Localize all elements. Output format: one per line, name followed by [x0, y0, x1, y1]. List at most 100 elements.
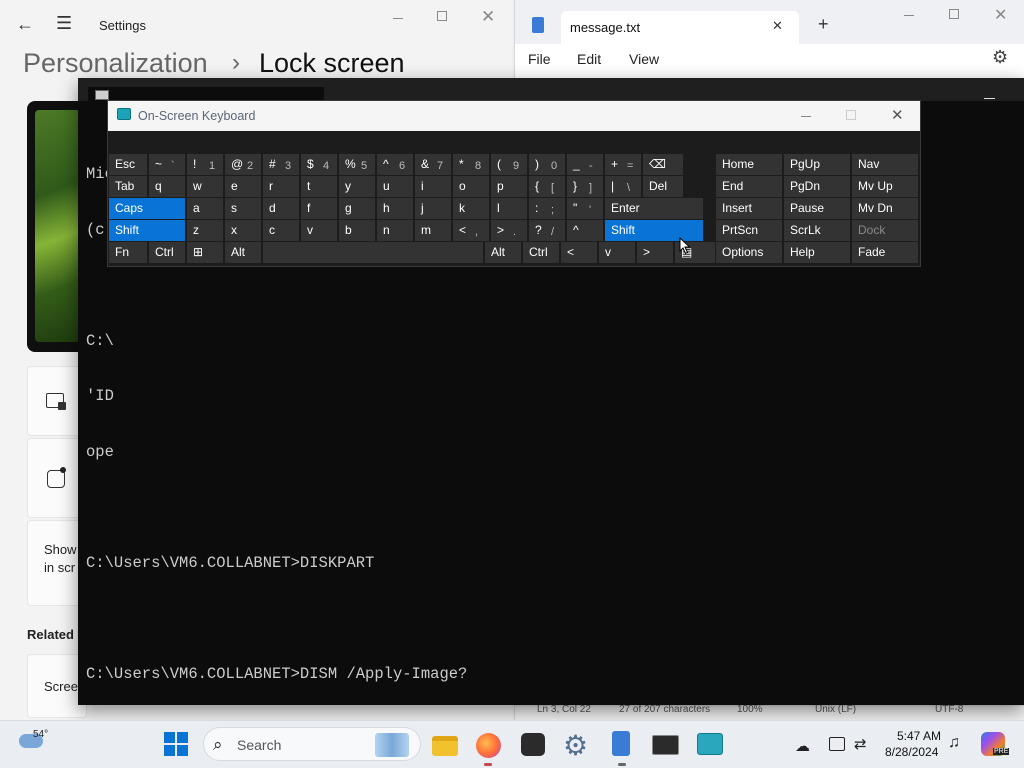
osk-key-row3[interactable]: Caps: [109, 198, 185, 219]
osk-key-row5[interactable]: v: [599, 242, 635, 263]
osk-key-row1[interactable]: *: [453, 154, 489, 175]
cmd-minimize-icon[interactable]: [984, 98, 995, 99]
osk-nav-key[interactable]: PrtScn: [716, 220, 782, 241]
osk-key-row5[interactable]: ⊞: [187, 242, 223, 263]
osk-key-row2[interactable]: o: [453, 176, 489, 197]
osk-key-row5[interactable]: Alt: [225, 242, 261, 263]
new-tab-icon[interactable]: +: [818, 14, 829, 35]
osk-taskbar-icon[interactable]: [697, 733, 723, 755]
osk-key-row4[interactable]: ^: [567, 220, 603, 241]
osk-key-row4[interactable]: >: [491, 220, 527, 241]
osk-key-row3[interactable]: d: [263, 198, 299, 219]
osk-key-row2[interactable]: |: [605, 176, 641, 197]
clock-date[interactable]: 8/28/2024: [885, 745, 938, 759]
menu-view[interactable]: View: [629, 51, 659, 67]
osk-key-row3[interactable]: l: [491, 198, 527, 219]
close-icon[interactable]: ✕: [481, 7, 495, 27]
osk-nav-key[interactable]: ScrLk: [784, 220, 850, 241]
osk-key-row1[interactable]: Esc: [109, 154, 147, 175]
maximize-icon[interactable]: [437, 11, 447, 21]
osk-key-row4[interactable]: ?: [529, 220, 565, 241]
file-explorer-icon[interactable]: [432, 736, 458, 756]
osk-key-row3[interactable]: j: [415, 198, 451, 219]
osk-nav-key[interactable]: Help: [784, 242, 850, 263]
osk-key-row2[interactable]: t: [301, 176, 337, 197]
osk-nav-key[interactable]: Mv Dn: [852, 198, 918, 219]
cloud-offline-icon[interactable]: ☁: [795, 737, 810, 755]
osk-key-row1[interactable]: @: [225, 154, 261, 175]
osk-key-row3[interactable]: Enter: [605, 198, 703, 219]
osk-key-row2[interactable]: i: [415, 176, 451, 197]
osk-key-row1[interactable]: !: [187, 154, 223, 175]
osk-nav-key[interactable]: Options: [716, 242, 782, 263]
osk-minimize-icon[interactable]: [801, 116, 811, 117]
start-button[interactable]: [164, 732, 188, 756]
osk-key-row1[interactable]: ^: [377, 154, 413, 175]
notepad-app-icon[interactable]: [612, 731, 630, 756]
osk-key-row2[interactable]: u: [377, 176, 413, 197]
minimize-icon[interactable]: [393, 18, 403, 19]
osk-nav-key[interactable]: PgUp: [784, 154, 850, 175]
osk-nav-key[interactable]: Home: [716, 154, 782, 175]
osk-close-icon[interactable]: ✕: [891, 106, 904, 124]
weather-temperature[interactable]: 54°: [33, 729, 48, 740]
osk-key-row2[interactable]: w: [187, 176, 223, 197]
osk-nav-key[interactable]: Mv Up: [852, 176, 918, 197]
osk-nav-key[interactable]: End: [716, 176, 782, 197]
cmd-tab[interactable]: [88, 87, 324, 101]
osk-key-row5[interactable]: <: [561, 242, 597, 263]
osk-key-row2[interactable]: e: [225, 176, 261, 197]
clock-time[interactable]: 5:47 AM: [897, 729, 941, 743]
notepad-close-icon[interactable]: ✕: [994, 5, 1007, 25]
osk-key-row4[interactable]: m: [415, 220, 451, 241]
osk-key-row1[interactable]: ~: [149, 154, 185, 175]
osk-key-row4[interactable]: x: [225, 220, 261, 241]
osk-key-row3[interactable]: a: [187, 198, 223, 219]
osk-key-row3[interactable]: s: [225, 198, 261, 219]
osk-key-row5[interactable]: >: [637, 242, 673, 263]
osk-key-row2[interactable]: y: [339, 176, 375, 197]
tab-close-icon[interactable]: ✕: [772, 18, 783, 34]
osk-key-row2[interactable]: Tab: [109, 176, 147, 197]
osk-maximize-icon[interactable]: [846, 110, 856, 120]
osk-key-row4[interactable]: <: [453, 220, 489, 241]
osk-key-row2[interactable]: {: [529, 176, 565, 197]
osk-key-row3[interactable]: :: [529, 198, 565, 219]
osk-key-row4[interactable]: b: [339, 220, 375, 241]
command-prompt-icon[interactable]: [652, 735, 679, 755]
osk-key-row4[interactable]: n: [377, 220, 413, 241]
osk-key-row5[interactable]: Ctrl: [523, 242, 559, 263]
menu-icon[interactable]: ☰: [56, 13, 72, 34]
osk-key-row1[interactable]: ): [529, 154, 565, 175]
osk-key-row2[interactable]: p: [491, 176, 527, 197]
osk-key-row3[interactable]: g: [339, 198, 375, 219]
osk-key-row3[interactable]: k: [453, 198, 489, 219]
osk-key-row1[interactable]: $: [301, 154, 337, 175]
osk-key-row5[interactable]: Alt: [485, 242, 521, 263]
osk-key-row1[interactable]: &: [415, 154, 451, 175]
osk-nav-key[interactable]: Insert: [716, 198, 782, 219]
osk-key-row3[interactable]: f: [301, 198, 337, 219]
osk-nav-key[interactable]: Pause: [784, 198, 850, 219]
notepad-maximize-icon[interactable]: [949, 9, 959, 19]
notification-bell-icon[interactable]: ♫: [948, 734, 960, 752]
osk-key-row2[interactable]: r: [263, 176, 299, 197]
osk-key-row4[interactable]: z: [187, 220, 223, 241]
osk-key-row1[interactable]: _: [567, 154, 603, 175]
terminal-app-icon[interactable]: [521, 733, 545, 756]
notepad-minimize-icon[interactable]: [904, 15, 914, 16]
osk-key-row1[interactable]: (: [491, 154, 527, 175]
osk-key-row1[interactable]: #: [263, 154, 299, 175]
osk-nav-key[interactable]: Dock: [852, 220, 918, 241]
osk-nav-key[interactable]: PgDn: [784, 176, 850, 197]
osk-nav-key[interactable]: Fade: [852, 242, 918, 263]
osk-key-row3[interactable]: ": [567, 198, 603, 219]
network-icon[interactable]: ⇄: [854, 735, 867, 753]
firefox-icon[interactable]: [476, 733, 501, 758]
osk-key-row4[interactable]: c: [263, 220, 299, 241]
osk-key-row3[interactable]: h: [377, 198, 413, 219]
notepad-settings-gear-icon[interactable]: ⚙: [992, 47, 1008, 68]
osk-key-row4[interactable]: Shift: [109, 220, 185, 241]
osk-key-row1[interactable]: %: [339, 154, 375, 175]
osk-key-row1[interactable]: ⌫: [643, 154, 683, 175]
